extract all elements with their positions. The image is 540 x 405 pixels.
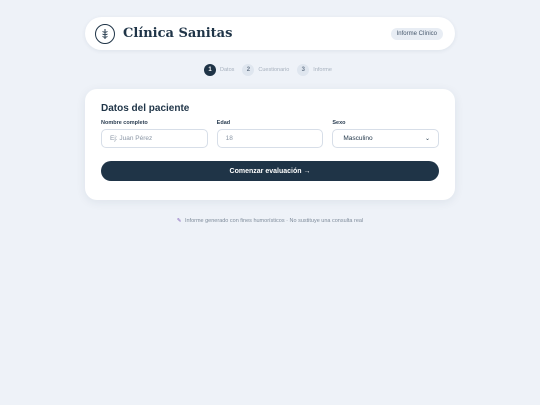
step-1-number: 1 <box>204 64 217 76</box>
disclaimer-text: Informe generado con fines humorísticos … <box>184 218 364 224</box>
sex-label: Sexo <box>332 120 346 126</box>
step-1-label: Datos <box>220 67 235 73</box>
age-input[interactable]: 18 <box>216 129 324 148</box>
caduceus-icon <box>95 23 115 44</box>
disclaimer: ✎ Informe generado con fines humorístico… <box>0 218 540 224</box>
name-input[interactable]: Ej: Juan Pérez <box>101 129 208 148</box>
brand-name: Clínica Sanitas <box>123 26 233 41</box>
step-3-number: 3 <box>297 64 310 76</box>
step-2-label: Cuestionario <box>258 67 290 73</box>
name-label: Nombre completo <box>101 120 148 126</box>
form-title: Datos del paciente <box>101 103 190 114</box>
start-evaluation-button[interactable]: Comenzar evaluación → <box>101 161 439 181</box>
step-3-label: Informe <box>313 67 332 73</box>
report-badge: Informe Clínico <box>390 27 443 40</box>
progress-steps: 1 Datos 2 Cuestionario 3 Informe <box>0 64 540 76</box>
sex-field: Sexo Masculino ⌄ <box>332 120 440 148</box>
step-2-number: 2 <box>242 64 255 76</box>
form-fields: Nombre completo Ej: Juan Pérez Edad 18 S… <box>101 120 440 148</box>
age-field: Edad 18 <box>216 120 324 148</box>
sex-select-value: Masculino <box>343 135 373 142</box>
app-header: Clínica Sanitas Informe Clínico <box>85 17 455 50</box>
chevron-down-icon: ⌄ <box>424 136 431 142</box>
patient-form-card: Datos del paciente Nombre completo Ej: J… <box>85 89 455 200</box>
age-label: Edad <box>216 120 231 126</box>
name-field: Nombre completo Ej: Juan Pérez <box>101 120 208 148</box>
sex-select[interactable]: Masculino ⌄ <box>332 129 440 148</box>
pencil-icon: ✎ <box>176 218 182 224</box>
